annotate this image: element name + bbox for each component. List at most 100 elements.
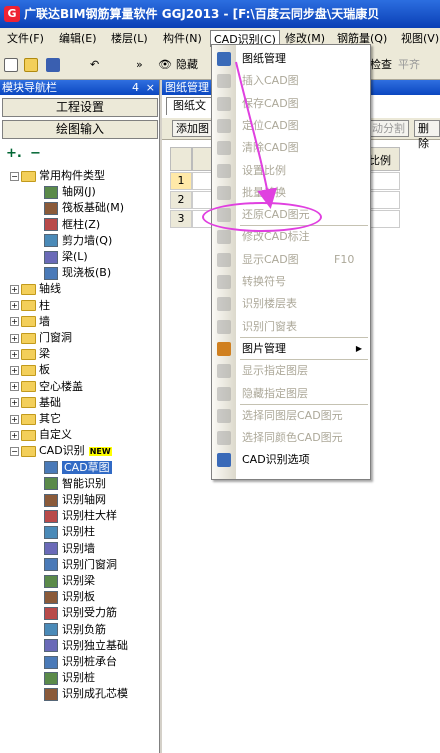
expand-icon[interactable]: + (10, 430, 19, 440)
delete-button[interactable]: 删除 (414, 120, 440, 150)
expand-icon[interactable]: + (10, 382, 19, 392)
menu-item[interactable]: 图纸管理 (212, 48, 370, 70)
tree-item[interactable]: 现浇板(B) (44, 265, 111, 281)
tree-item[interactable]: 识别桩 (44, 670, 95, 686)
menu-item-icon (217, 52, 231, 66)
tree-item[interactable]: + 板 (10, 362, 50, 378)
tree-item[interactable]: 智能识别 (44, 476, 106, 492)
grid-corner (170, 147, 192, 171)
tree-item[interactable]: 轴网(J) (44, 184, 96, 200)
tree-item-label: 墙 (39, 314, 50, 328)
tree-item-label: 梁 (39, 347, 50, 361)
component-icon (44, 687, 58, 701)
tree-item[interactable]: 识别成孔芯模 (44, 686, 128, 702)
row-header[interactable]: 1 (170, 172, 192, 190)
tree-item[interactable]: 识别门窗洞 (44, 557, 117, 573)
menu-view[interactable]: 视图(V) (398, 30, 440, 47)
menu-item[interactable]: 显示CAD图 F10 (212, 249, 370, 271)
tree-item[interactable]: 识别负筋 (44, 622, 106, 638)
menu-item[interactable]: 显示指定图层 (212, 360, 370, 382)
menu-item[interactable]: 隐藏指定图层 (212, 383, 370, 405)
highlight-ellipse (202, 202, 322, 232)
menu-item-label: 清除CAD图 (242, 141, 299, 155)
eye-icon: 👁 (158, 58, 172, 71)
tree-item[interactable]: + 梁 (10, 346, 50, 362)
tree-item[interactable]: 识别板 (44, 589, 95, 605)
menu-item[interactable]: 批量替换 (212, 182, 370, 204)
menu-floor[interactable]: 楼层(L) (108, 30, 151, 47)
tree-item[interactable]: 识别独立基础 (44, 638, 128, 654)
menu-item[interactable]: 转换符号 (212, 271, 370, 293)
menu-component[interactable]: 构件(N) (160, 30, 205, 47)
tree-item[interactable]: + 自定义 (10, 427, 72, 443)
menu-item[interactable]: 选择同颜色CAD图元 (212, 427, 370, 449)
tree-item-label: 基础 (39, 395, 61, 409)
tree-item[interactable]: 梁(L) (44, 249, 88, 265)
tree-item[interactable]: 识别梁 (44, 573, 95, 589)
tree-item[interactable]: + 墙 (10, 314, 50, 330)
menu-item-icon (217, 141, 231, 156)
close-icon[interactable]: × (146, 80, 155, 95)
tree-item[interactable]: − CAD识别 NEW (10, 443, 112, 459)
tree-item[interactable]: 筏板基础(M) (44, 200, 124, 216)
tree-item[interactable]: + 基础 (10, 395, 61, 411)
hide-button[interactable]: 隐藏 (176, 56, 198, 73)
tree-item[interactable]: 框柱(Z) (44, 217, 100, 233)
tree-item[interactable]: + 空心楼盖 (10, 379, 83, 395)
drawing-input-button[interactable]: 绘图输入 (2, 120, 158, 139)
project-settings-button[interactable]: 工程设置 (2, 98, 158, 117)
expand-icon[interactable]: + (10, 365, 19, 375)
expand-icon[interactable]: + (10, 398, 19, 408)
expand-icon[interactable]: + (10, 414, 19, 424)
tree-item[interactable]: − 常用构件类型 (10, 168, 105, 184)
tree-item[interactable]: 剪力墙(Q) (44, 233, 112, 249)
expand-icon[interactable]: + (10, 284, 19, 294)
menu-item[interactable]: 识别门窗表 (212, 316, 370, 338)
menu-item[interactable]: 定位CAD图 (212, 115, 370, 137)
collapse-icon[interactable]: − (10, 171, 19, 181)
pin-icon[interactable]: 4 (132, 80, 139, 95)
menu-item-label: 保存CAD图 (242, 96, 299, 110)
row-header[interactable]: 2 (170, 191, 192, 209)
tree-item[interactable]: CAD草图 (44, 460, 112, 476)
tree-item[interactable]: 识别桩承台 (44, 654, 117, 670)
open-file-icon[interactable] (24, 56, 38, 73)
expand-icon[interactable]: + (10, 317, 19, 327)
add-drawing-button[interactable]: 添加图 (172, 120, 213, 137)
menu-item[interactable]: 插入CAD图 (212, 70, 370, 92)
menu-file[interactable]: 文件(F) (4, 30, 47, 47)
expand-icon[interactable]: + (10, 349, 19, 359)
expand-icon[interactable]: + (10, 301, 19, 311)
toolbar-more[interactable]: » (136, 56, 143, 73)
tree-item[interactable]: 识别轴网 (44, 492, 106, 508)
expand-all-icon[interactable]: +. (6, 146, 22, 161)
component-icon (44, 250, 58, 264)
expand-icon[interactable]: + (10, 333, 19, 343)
collapse-icon[interactable]: − (10, 446, 19, 456)
collapse-all-icon[interactable]: − (30, 146, 41, 161)
tree-item[interactable]: 识别柱大样 (44, 508, 117, 524)
auto-split-button[interactable]: 动分割 (368, 120, 409, 137)
save-icon[interactable] (46, 56, 60, 73)
menu-edit[interactable]: 编辑(E) (56, 30, 100, 47)
menu-item[interactable]: 图片管理 ▶ (212, 338, 370, 360)
tree-item[interactable]: 识别墙 (44, 541, 95, 557)
tree-item[interactable]: 识别受力筋 (44, 605, 117, 621)
menu-item[interactable]: 清除CAD图 (212, 137, 370, 159)
menu-item[interactable]: 设置比例 (212, 160, 370, 182)
menu-item[interactable]: 识别楼层表 (212, 293, 370, 315)
tree-item[interactable]: + 轴线 (10, 281, 61, 297)
check-button[interactable]: 检查 (370, 56, 392, 73)
tree-item[interactable]: + 柱 (10, 298, 50, 314)
menu-item[interactable]: 选择同图层CAD图元 (212, 405, 370, 427)
new-file-icon[interactable] (4, 56, 18, 73)
component-icon (44, 461, 58, 475)
row-header[interactable]: 3 (170, 210, 192, 228)
menu-item[interactable]: CAD识别选项 (212, 449, 370, 471)
menu-item[interactable]: 保存CAD图 (212, 93, 370, 115)
undo-icon[interactable]: ↶ (90, 56, 99, 73)
tree-item[interactable]: + 其它 (10, 411, 61, 427)
tree-item[interactable]: + 门窗洞 (10, 330, 72, 346)
flat-button[interactable]: 平齐 (398, 56, 420, 73)
tree-item[interactable]: 识别柱 (44, 524, 95, 540)
